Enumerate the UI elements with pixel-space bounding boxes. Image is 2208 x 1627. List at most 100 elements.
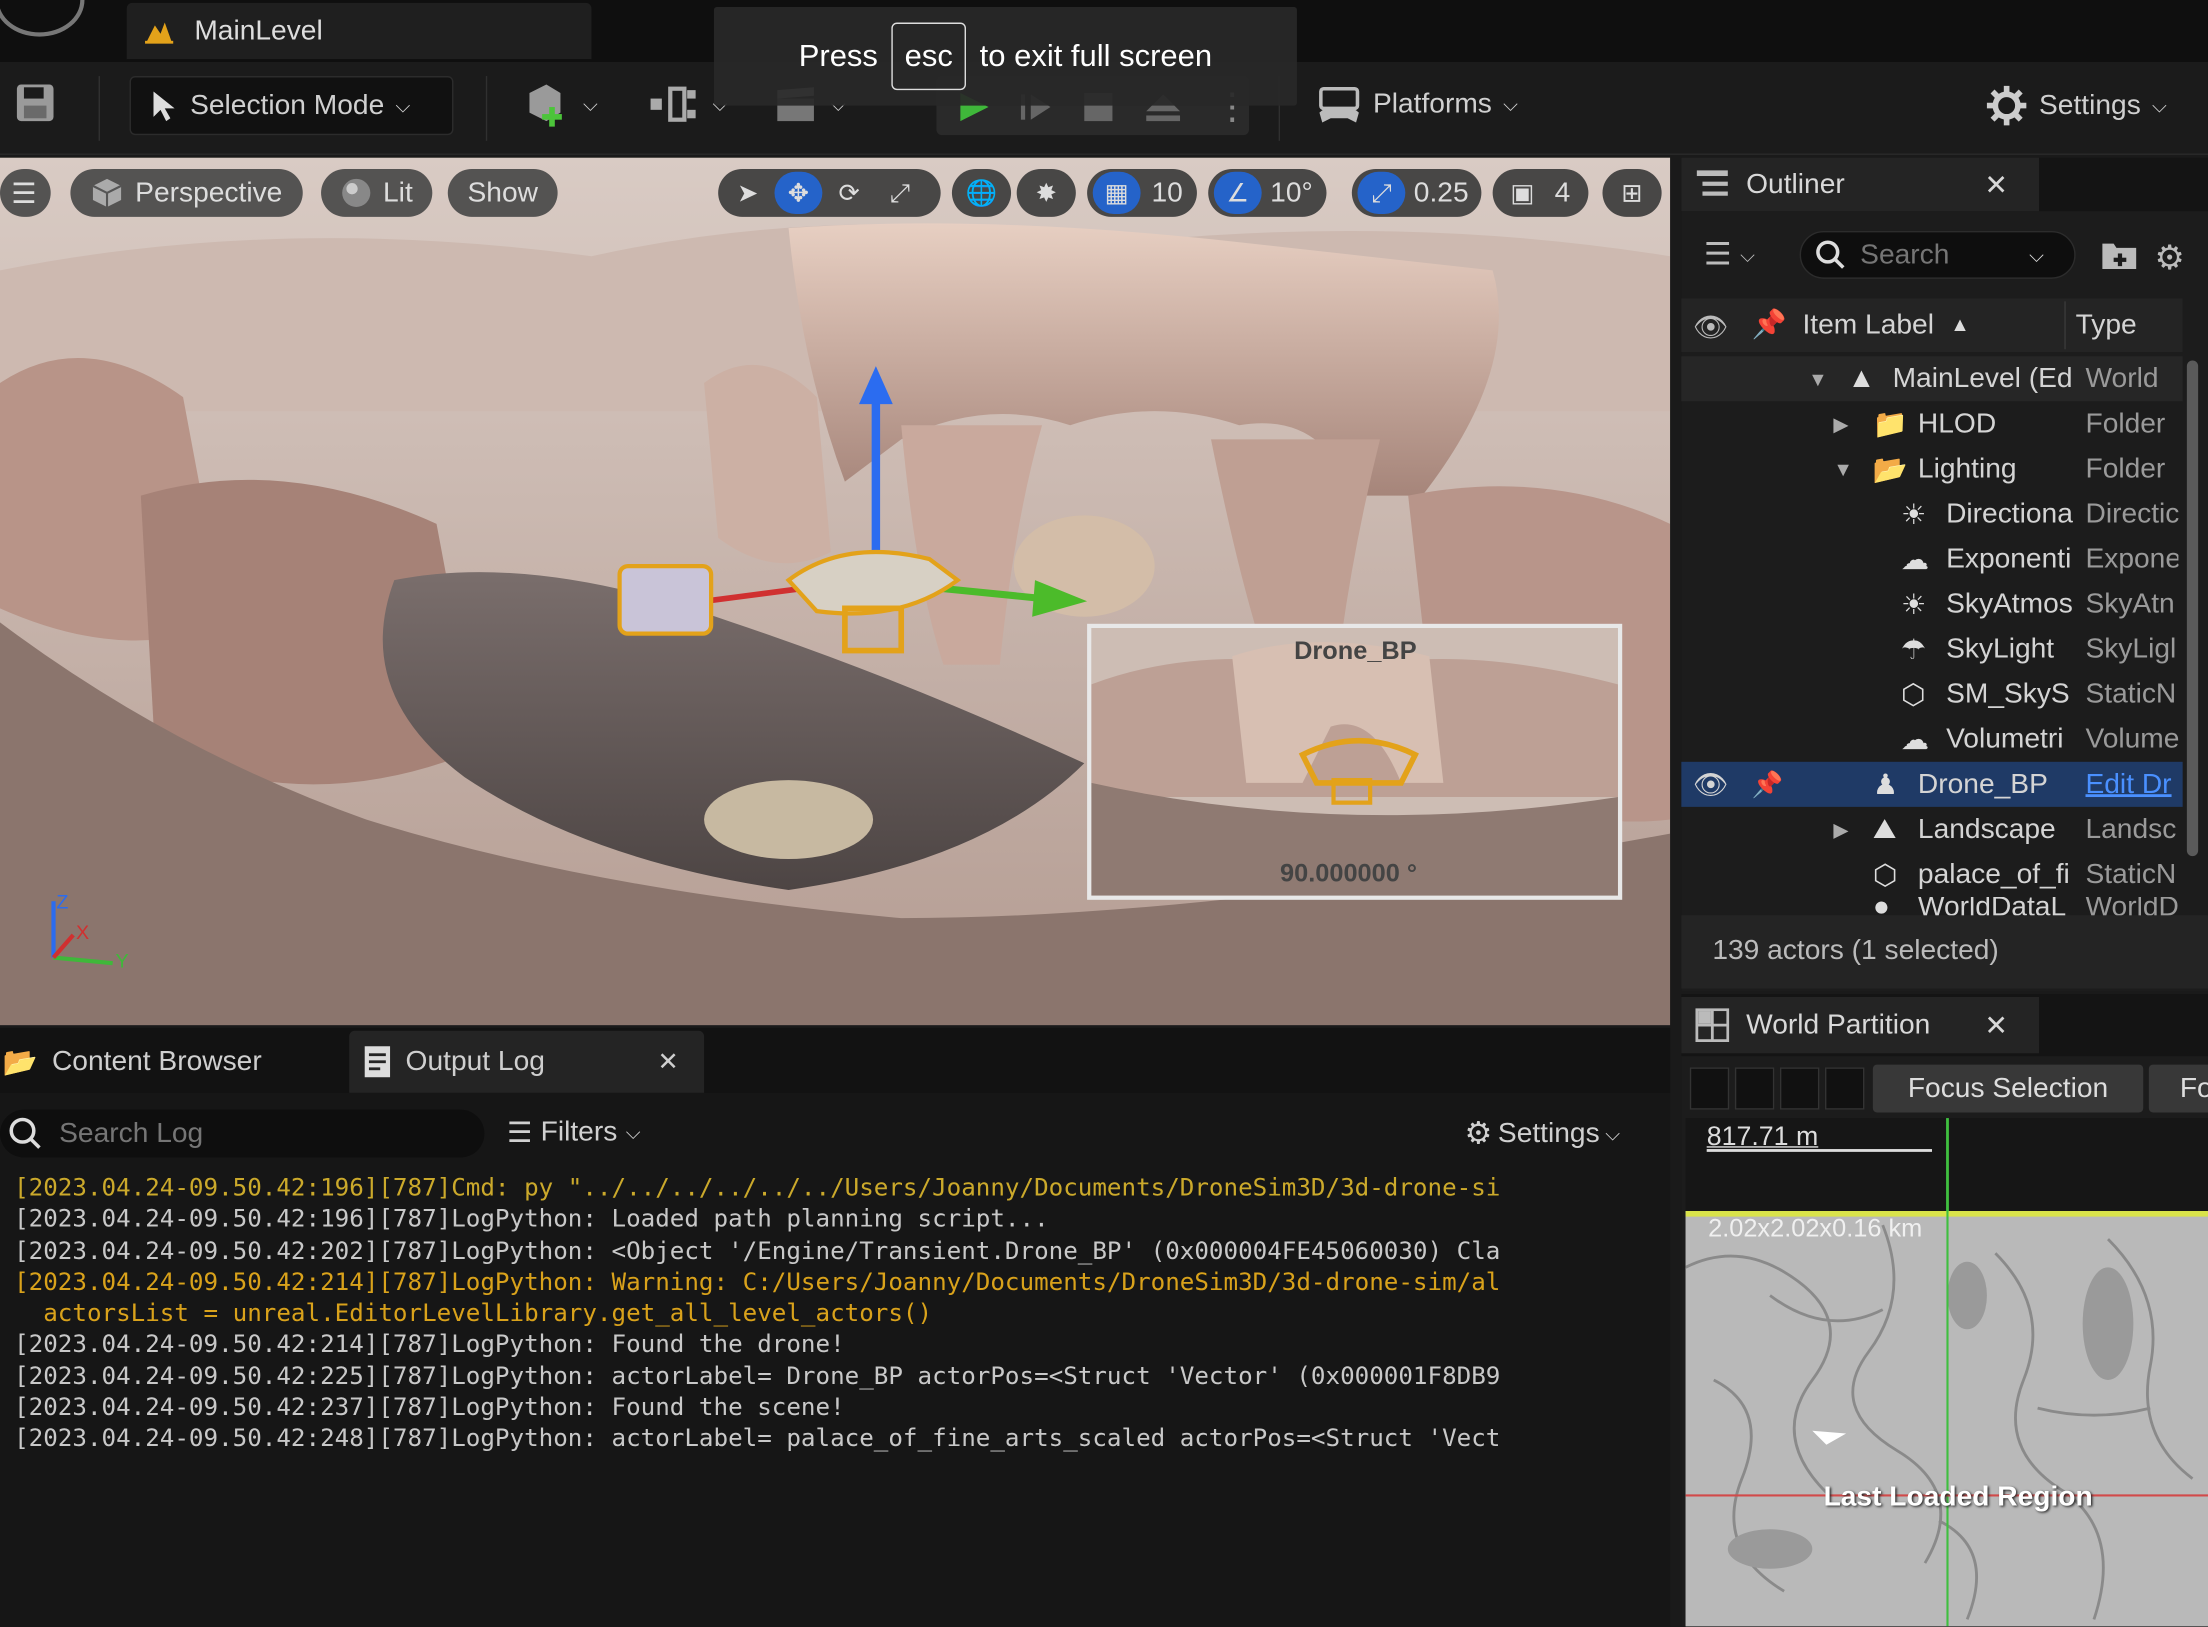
wp-toggle-4[interactable] <box>1824 1067 1865 1110</box>
scale-snap-control[interactable]: ⤢ 0.25 <box>1351 168 1482 217</box>
outliner-search-input[interactable] <box>1860 238 2016 272</box>
content-browser-tab[interactable]: 📂 Content Browser <box>0 1031 338 1093</box>
column-divider <box>2064 301 2066 350</box>
expand-arrow-right-icon[interactable]: ▶ <box>1833 817 1848 841</box>
expand-arrow-right-icon[interactable]: ▶ <box>1833 412 1848 436</box>
type-column-header[interactable]: Type <box>2076 310 2137 342</box>
level-tab[interactable]: MainLevel <box>126 2 592 60</box>
fullscreen-notice-pre: Press <box>798 38 878 74</box>
transform-tools: ➤ ✥ ⟳ ⤢ <box>718 168 941 217</box>
visibility-column-icon[interactable]: 👁 <box>1693 310 1729 345</box>
outliner-row[interactable]: ▼ ▲ MainLevel (Ed World <box>1681 356 2183 402</box>
pin-icon[interactable]: 📌 <box>1752 770 1784 800</box>
world-partition-tab[interactable]: World Partition ✕ <box>1681 996 2040 1054</box>
show-button[interactable]: Show <box>447 168 558 217</box>
log-search-box[interactable] <box>0 1109 485 1158</box>
selection-mode-label: Selection Mode <box>190 89 385 121</box>
log-output[interactable]: [2023.04.24-09.50.42:196][787]Cmd: py ".… <box>14 1173 1619 1456</box>
outliner-row[interactable]: ▼ 📂 Lighting Folder <box>1681 446 2182 491</box>
focus-other-button[interactable]: Fo <box>2148 1064 2208 1113</box>
sun-icon: ☀ <box>1901 499 1927 531</box>
outliner-settings-icon[interactable]: ⚙ <box>2154 238 2184 279</box>
perspective-button[interactable]: Perspective <box>70 168 303 217</box>
close-icon[interactable]: ✕ <box>657 1047 678 1077</box>
grid-icon <box>1695 1008 1730 1043</box>
chevron-down-icon: ⌵ <box>1605 1121 1621 1145</box>
grid-snap-control[interactable]: ▦ 10 <box>1087 168 1197 217</box>
outliner-row-type: SkyAtn <box>2085 587 2175 619</box>
log-filters-dropdown[interactable]: ☰ Filters ⌵ <box>507 1115 641 1150</box>
output-log-label: Output Log <box>405 1045 545 1077</box>
outliner-icon <box>1695 169 1729 200</box>
expand-arrow-down-icon[interactable]: ▼ <box>1808 368 1828 391</box>
chevron-down-icon: ⌵ <box>1740 242 1756 266</box>
outliner-row[interactable]: 👁 📌 ♟ Drone_BP Edit Dr <box>1681 761 2183 807</box>
outliner-row[interactable]: ⬡ palace_of_fi StaticN <box>1681 852 2182 897</box>
landscape-icon: ⛰ <box>1872 813 1897 845</box>
log-line: [2023.04.24-09.50.42:214][787]LogPython:… <box>14 1331 845 1360</box>
chevron-down-icon: ⌵ <box>2152 93 2168 117</box>
wp-toggle-2[interactable] <box>1734 1067 1775 1110</box>
outliner-row-type: Volume <box>2085 723 2179 755</box>
close-icon[interactable]: ✕ <box>1984 167 2008 202</box>
move-tool-icon[interactable]: ✥ <box>774 171 823 215</box>
outliner-row-type: Landsc <box>2085 813 2177 845</box>
outliner-tab[interactable]: Outliner ✕ <box>1681 157 2040 212</box>
outliner-scrollbar[interactable] <box>2186 360 2199 857</box>
item-label-column-header[interactable]: Item Label <box>1802 310 1934 342</box>
viewport-menu-button[interactable]: ☰ <box>0 168 51 217</box>
outliner-row[interactable]: ☀ SkyAtmos SkyAtn <box>1681 582 2182 627</box>
outliner-title: Outliner <box>1746 168 1845 200</box>
outliner-row[interactable]: ☂ SkyLight SkyLigl <box>1681 627 2182 672</box>
lit-button[interactable]: Lit <box>321 168 433 217</box>
output-log-tab[interactable]: Output Log ✕ <box>349 1030 705 1093</box>
log-line: [2023.04.24-09.50.42:196][787]Cmd: py ".… <box>14 1174 1501 1203</box>
wp-toggle-1[interactable] <box>1689 1067 1730 1110</box>
camera-speed-control[interactable]: ▣ 4 <box>1492 168 1589 217</box>
outliner-row[interactable]: ● WorldDataL WorldD <box>1681 897 2182 917</box>
settings-dropdown[interactable]: Settings ⌵ <box>1986 84 2167 126</box>
platforms-dropdown[interactable]: Platforms ⌵ <box>1317 84 1518 123</box>
outliner-row[interactable]: ☀ Directiona Directic <box>1681 491 2182 536</box>
outliner-row[interactable]: ▶ 📁 HLOD Folder <box>1681 401 2182 446</box>
scale-tool-icon[interactable]: ⤢ <box>876 172 924 214</box>
outliner-row[interactable]: ☁ Exponenti Expone <box>1681 537 2182 582</box>
search-icon <box>1815 239 1846 270</box>
expand-arrow-down-icon[interactable]: ▼ <box>1833 458 1853 481</box>
wp-toggle-3[interactable] <box>1779 1067 1820 1110</box>
world-partition-minimap[interactable]: 2.02x2.02x0.16 km Last Loaded Region <box>1685 1211 2208 1627</box>
outliner-row-type: Folder <box>2085 452 2166 484</box>
static-mesh-icon: ⬡ <box>1872 859 1898 891</box>
add-actor-button[interactable]: ⌵ <box>524 82 598 127</box>
filter-dropdown[interactable]: ☰ ⌵ <box>1704 237 1755 274</box>
surface-snap-toggle[interactable]: ✸ <box>1016 168 1076 217</box>
esc-key-badge: esc <box>892 22 966 91</box>
save-icon[interactable] <box>14 82 56 124</box>
add-folder-icon[interactable] <box>2101 239 2138 270</box>
hamburger-icon: ☰ <box>11 178 37 210</box>
outliner-search-box[interactable]: ⌵ <box>1799 230 2076 279</box>
pin-column-icon[interactable]: 📌 <box>1752 307 1787 342</box>
actor-count-status: 139 actors (1 selected) <box>1712 935 1999 966</box>
map-size-label: 2.02x2.02x0.16 km <box>1708 1213 1923 1242</box>
outliner-row[interactable]: ⬡ SM_SkyS StaticN <box>1681 672 2182 717</box>
log-search-input[interactable] <box>59 1117 454 1150</box>
layout-button[interactable]: ⊞ <box>1602 168 1662 217</box>
camera-speed-value: 4 <box>1554 176 1571 208</box>
focus-selection-button[interactable]: Focus Selection <box>1872 1064 2144 1113</box>
visibility-eye-icon[interactable]: 👁 <box>1693 767 1729 802</box>
log-settings-dropdown[interactable]: ⚙ Settings ⌵ <box>1464 1115 1620 1152</box>
outliner-row[interactable]: ☁ Volumetri Volume <box>1681 717 2182 762</box>
outliner-row[interactable]: ▶ ⛰ Landscape Landsc <box>1681 807 2182 852</box>
outliner-row-type: WorldD <box>2085 896 2179 917</box>
rotate-tool-icon[interactable]: ⟳ <box>825 172 873 214</box>
toolbar-divider <box>98 76 100 141</box>
close-icon[interactable]: ✕ <box>1984 1008 2008 1043</box>
rotation-snap-control[interactable]: ∠ 10° <box>1208 168 1327 217</box>
selection-mode-dropdown[interactable]: Selection Mode ⌵ <box>129 76 454 136</box>
filter-icon: ☰ <box>506 1118 533 1150</box>
pawn-icon: ♟ <box>1872 769 1899 801</box>
world-local-toggle[interactable]: 🌐 <box>951 168 1012 217</box>
chevron-down-icon: ⌵ <box>582 92 598 115</box>
select-tool-icon[interactable]: ➤ <box>724 172 772 214</box>
